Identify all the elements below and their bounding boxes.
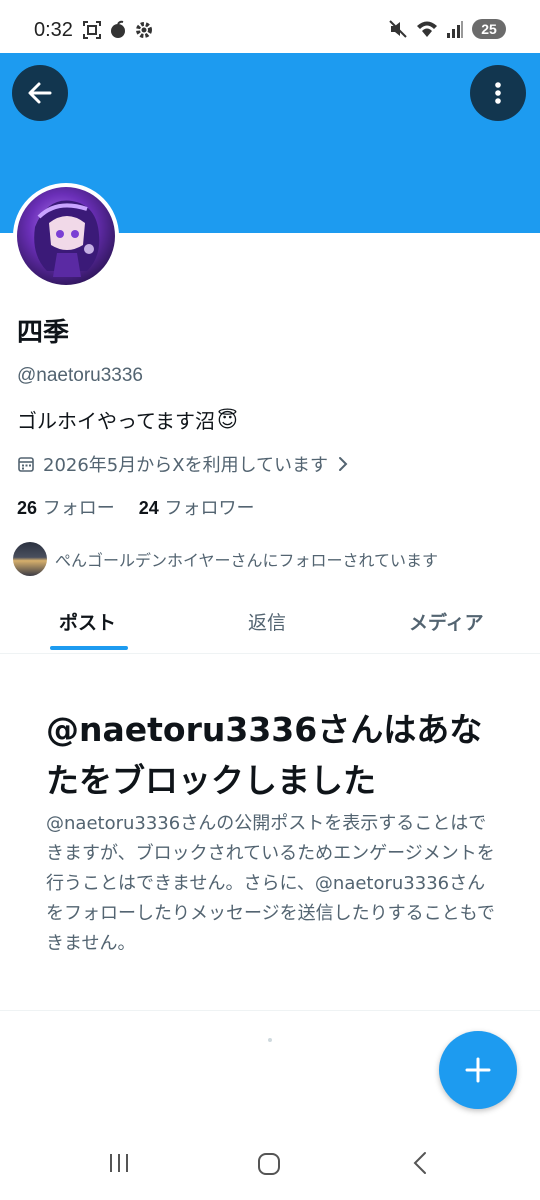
- calendar-icon: [18, 457, 34, 472]
- following-count: 26: [17, 498, 38, 518]
- profile-avatar[interactable]: [13, 183, 119, 289]
- following-link[interactable]: 26 フォロー: [17, 494, 115, 520]
- screenshot-icon: [83, 21, 101, 39]
- halo-emoji-icon: 😇: [217, 407, 238, 432]
- mute-icon: [389, 20, 407, 38]
- joined-date[interactable]: 2026年5月からXを利用しています: [17, 451, 350, 477]
- divider: [0, 1010, 540, 1011]
- back-arrow-icon: [28, 82, 52, 104]
- compose-button[interactable]: [439, 1031, 517, 1109]
- display-name: 四季: [17, 318, 70, 348]
- bio: ゴルホイやってます沼 😇: [17, 405, 238, 434]
- tab-media[interactable]: メディア: [409, 608, 484, 635]
- status-time: 0:32: [34, 19, 73, 41]
- scroll-dot: [268, 1038, 272, 1042]
- followers-label: フォロワー: [164, 498, 255, 519]
- settings-icon: [136, 22, 152, 38]
- followed-by-text: ぺんゴールデンホイヤーさんにフォローされています: [55, 551, 439, 570]
- home-button[interactable]: [255, 1150, 283, 1182]
- status-bar: 0:32 25: [0, 0, 540, 53]
- recent-apps-icon: [110, 1154, 128, 1172]
- plus-icon: [465, 1057, 491, 1083]
- profile-tabs: ポスト 返信 メディア: [0, 598, 540, 654]
- recent-apps-button[interactable]: [106, 1150, 132, 1180]
- chevron-right-icon: [339, 457, 348, 471]
- status-icons-right: 25: [388, 19, 506, 39]
- back-button[interactable]: [12, 65, 68, 121]
- blocked-description: @naetoru3336さんの公開ポストを表示することはできますが、ブロックされ…: [46, 813, 495, 954]
- follow-stats: 26 フォロー 24 フォロワー: [17, 494, 255, 520]
- bio-text: ゴルホイやってます沼: [17, 409, 215, 433]
- followers-count: 24: [138, 498, 159, 518]
- follower-avatar: [13, 542, 47, 576]
- following-label: フォロー: [42, 498, 115, 519]
- wifi-icon: [417, 21, 437, 37]
- battery-icon: 25: [472, 19, 506, 39]
- system-nav-bar: [0, 1130, 540, 1200]
- joined-text: 2026年5月からXを利用しています: [43, 455, 329, 476]
- followed-by[interactable]: ぺんゴールデンホイヤーさんにフォローされています: [13, 542, 438, 576]
- more-vertical-icon: [495, 82, 501, 104]
- tab-posts[interactable]: ポスト: [59, 608, 116, 635]
- status-icons-left: [82, 20, 154, 40]
- system-back-button[interactable]: [408, 1150, 434, 1180]
- blocked-title: @naetoru3336さんはあなたをブロックしました: [46, 710, 483, 800]
- handle: @naetoru3336: [17, 365, 143, 386]
- home-icon: [258, 1153, 280, 1175]
- avatar-image: [17, 187, 115, 285]
- app-icon: [111, 20, 125, 38]
- back-icon: [413, 1152, 426, 1174]
- tab-replies[interactable]: 返信: [248, 608, 286, 635]
- active-tab-indicator: [50, 646, 128, 650]
- signal-icon: [447, 21, 463, 38]
- followers-link[interactable]: 24 フォロワー: [139, 494, 255, 520]
- more-options-button[interactable]: [470, 65, 526, 121]
